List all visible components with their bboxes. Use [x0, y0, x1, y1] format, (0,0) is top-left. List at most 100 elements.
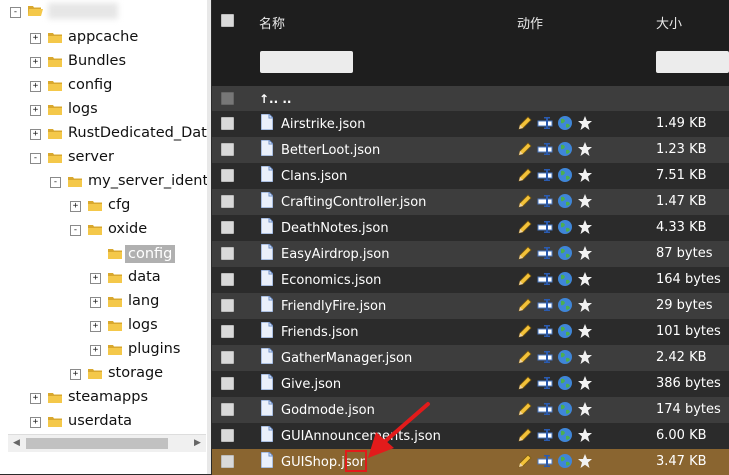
collapse-toggle[interactable]: - [70, 225, 81, 236]
view-globe-icon[interactable] [557, 427, 573, 447]
file-row[interactable]: FriendlyFire.json 29 bytes [212, 293, 729, 319]
tree-node[interactable]: + cfg [0, 194, 211, 218]
expand-toggle[interactable]: + [90, 273, 101, 284]
file-row[interactable]: Airstrike.json 1.49 KB [212, 111, 729, 137]
row-checkbox[interactable] [221, 429, 234, 442]
file-row[interactable]: GatherManager.json 2.42 KB [212, 345, 729, 371]
file-row[interactable]: Give.json 386 bytes [212, 371, 729, 397]
view-globe-icon[interactable] [557, 349, 573, 369]
scrollbar-thumb[interactable] [26, 438, 168, 449]
edit-pencil-icon[interactable] [517, 167, 533, 187]
favorite-star-icon[interactable] [577, 453, 593, 473]
edit-pencil-icon[interactable] [517, 297, 533, 317]
size-filter-input[interactable] [656, 51, 729, 73]
row-checkbox[interactable] [221, 195, 234, 208]
tree-node[interactable]: + data [0, 266, 211, 290]
row-checkbox[interactable] [221, 299, 234, 312]
file-name[interactable]: Clans.json [281, 169, 347, 184]
file-name[interactable]: FriendlyFire.json [281, 299, 386, 314]
view-globe-icon[interactable] [557, 401, 573, 421]
edit-pencil-icon[interactable] [517, 375, 533, 395]
file-name[interactable]: Friends.json [281, 325, 358, 340]
edit-pencil-icon[interactable] [517, 141, 533, 161]
collapse-toggle[interactable]: - [10, 7, 21, 18]
parent-directory-label[interactable]: ↑.. .. [259, 92, 291, 106]
rename-icon[interactable] [537, 297, 553, 317]
expand-toggle[interactable]: + [30, 33, 41, 44]
edit-pencil-icon[interactable] [517, 453, 533, 473]
expand-toggle[interactable]: + [90, 297, 101, 308]
favorite-star-icon[interactable] [577, 401, 593, 421]
tree-node[interactable]: + Bundles [0, 50, 211, 74]
rename-icon[interactable] [537, 349, 553, 369]
rename-icon[interactable] [537, 193, 553, 213]
view-globe-icon[interactable] [557, 271, 573, 291]
file-name[interactable]: BetterLoot.json [281, 143, 380, 158]
name-filter-input[interactable] [260, 51, 353, 73]
file-row[interactable]: Friends.json 101 bytes [212, 319, 729, 345]
rename-icon[interactable] [537, 453, 553, 473]
row-checkbox[interactable] [221, 169, 234, 182]
view-globe-icon[interactable] [557, 453, 573, 473]
file-name[interactable]: DeathNotes.json [281, 221, 389, 236]
view-globe-icon[interactable] [557, 115, 573, 135]
expand-toggle[interactable]: + [70, 201, 81, 212]
file-name[interactable]: Economics.json [281, 273, 381, 288]
tree-node[interactable]: - my_server_identity [0, 170, 211, 194]
tree-node[interactable]: + appcache [0, 26, 211, 50]
tree-node[interactable]: - server [0, 146, 211, 170]
scroll-right-arrow-icon[interactable]: ▶ [189, 435, 206, 452]
row-checkbox[interactable] [221, 455, 234, 468]
name-column-header[interactable]: 名称 [259, 13, 285, 32]
row-checkbox[interactable] [221, 325, 234, 338]
tree-node[interactable]: + RustDedicated_Data [0, 122, 211, 146]
rename-icon[interactable] [537, 323, 553, 343]
favorite-star-icon[interactable] [577, 245, 593, 265]
scroll-left-arrow-icon[interactable]: ◀ [8, 435, 25, 452]
rename-icon[interactable] [537, 245, 553, 265]
expand-toggle[interactable]: + [30, 57, 41, 68]
rename-icon[interactable] [537, 401, 553, 421]
favorite-star-icon[interactable] [577, 193, 593, 213]
row-checkbox[interactable] [221, 403, 234, 416]
expand-toggle[interactable]: + [30, 417, 41, 428]
edit-pencil-icon[interactable] [517, 193, 533, 213]
rename-icon[interactable] [537, 375, 553, 395]
tree-node[interactable]: - oxide [0, 218, 211, 242]
row-checkbox[interactable] [221, 92, 234, 105]
tree-node[interactable]: + storage [0, 362, 211, 386]
collapse-toggle[interactable]: - [30, 153, 41, 164]
edit-pencil-icon[interactable] [517, 323, 533, 343]
rename-icon[interactable] [537, 427, 553, 447]
row-checkbox[interactable] [221, 117, 234, 130]
tree-node[interactable]: + userdata [0, 410, 211, 434]
file-name[interactable]: Airstrike.json [281, 117, 365, 132]
rename-icon[interactable] [537, 271, 553, 291]
row-checkbox[interactable] [221, 143, 234, 156]
tree-node[interactable]: + steamapps [0, 386, 211, 410]
rename-icon[interactable] [537, 167, 553, 187]
expand-toggle[interactable]: + [30, 105, 41, 116]
file-name[interactable]: GatherManager.json [281, 351, 412, 366]
tree-horizontal-scrollbar[interactable]: ◀ ▶ [8, 434, 206, 452]
edit-pencil-icon[interactable] [517, 115, 533, 135]
size-column-header[interactable]: 大小 [656, 13, 682, 32]
file-row[interactable]: GUIAnnouncements.json 6.00 KB [212, 423, 729, 449]
favorite-star-icon[interactable] [577, 141, 593, 161]
file-row[interactable]: GUIShop.json 3.47 KB [212, 449, 729, 475]
rename-icon[interactable] [537, 141, 553, 161]
favorite-star-icon[interactable] [577, 271, 593, 291]
favorite-star-icon[interactable] [577, 349, 593, 369]
file-row[interactable]: BetterLoot.json 1.23 KB [212, 137, 729, 163]
row-checkbox[interactable] [221, 351, 234, 364]
view-globe-icon[interactable] [557, 297, 573, 317]
expand-toggle[interactable]: + [30, 81, 41, 92]
file-row[interactable]: DeathNotes.json 4.33 KB [212, 215, 729, 241]
file-name[interactable]: EasyAirdrop.json [281, 247, 390, 262]
rename-icon[interactable] [537, 219, 553, 239]
select-all-checkbox[interactable] [221, 14, 234, 27]
file-row[interactable]: CraftingController.json 1.47 KB [212, 189, 729, 215]
collapse-toggle[interactable]: - [50, 177, 61, 188]
tree-node[interactable]: + logs [0, 314, 211, 338]
favorite-star-icon[interactable] [577, 115, 593, 135]
